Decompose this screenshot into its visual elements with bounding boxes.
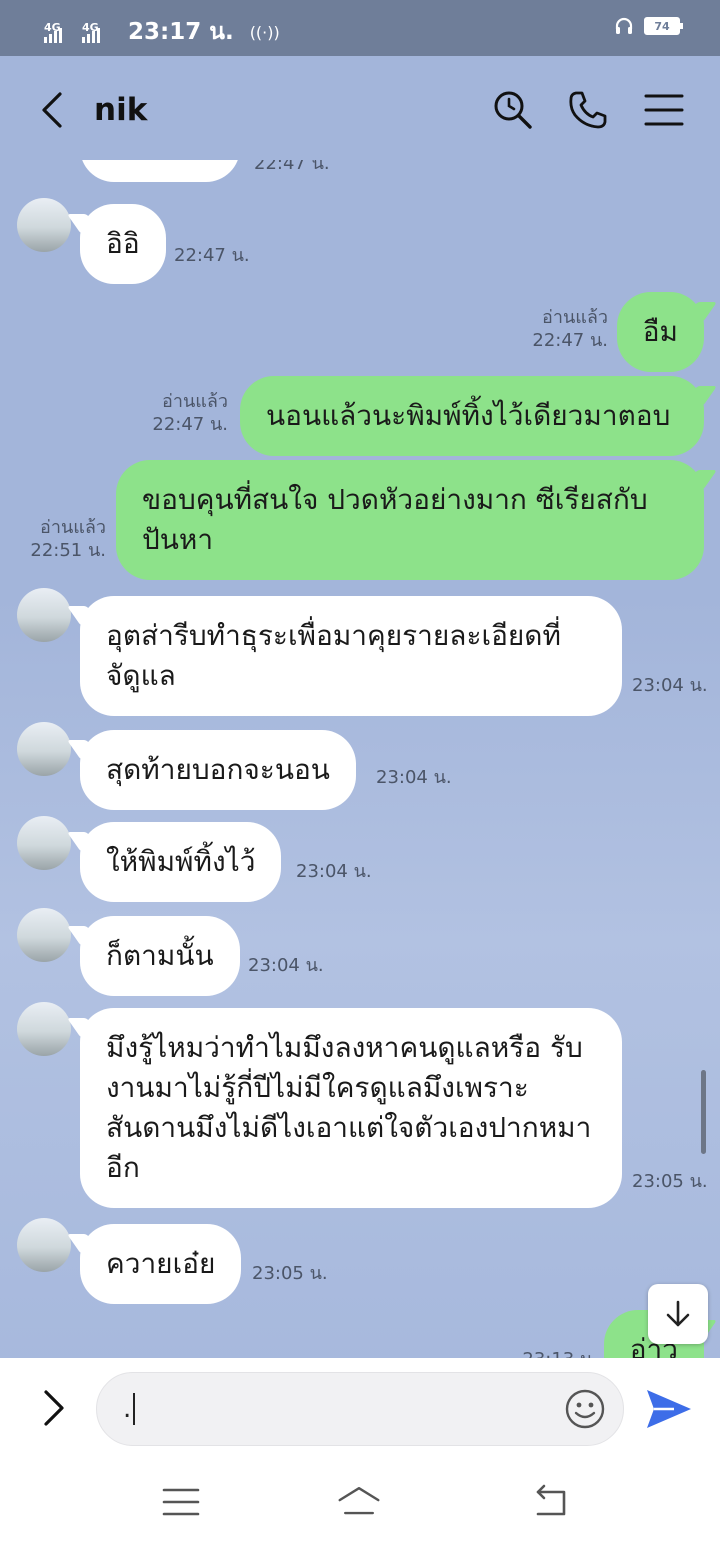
read-receipt: อ่านแล้ว [162, 391, 228, 412]
avatar[interactable] [17, 198, 71, 252]
message-time: 23:13 น. [522, 1348, 598, 1358]
avatar[interactable] [17, 1002, 71, 1056]
battery-indicator: 74 [644, 17, 683, 35]
message-time: 23:05 น. [632, 1171, 708, 1192]
message-read-status: อ่านแล้ว 22:47 น. [532, 306, 608, 352]
signal-icon: 4G [82, 21, 114, 43]
message-bubble-incoming[interactable]: ให้พิมพ์ทิ้งไว้ [80, 822, 282, 902]
message-text: ขอบคุนที่สนใจ ปวดหัวอย่างมาก ซีเรียสกับ … [142, 483, 648, 556]
message-input[interactable]: . [96, 1372, 624, 1446]
message-bubble-incoming[interactable]: มึงรู้ไหมว่าทำไมมึงลงหาคนดูแลหรือ รับงาน… [80, 1008, 622, 1208]
message-text: ให้พิมพ์ทิ้งไว้ [106, 845, 256, 878]
smiley-icon[interactable] [564, 1388, 606, 1430]
message-bubble-incoming[interactable]: อิอิ [80, 204, 166, 284]
chevron-right-icon[interactable] [38, 1386, 70, 1430]
avatar[interactable] [17, 816, 71, 870]
arrow-down-icon [666, 1300, 690, 1327]
message-bubble-outgoing[interactable]: อืม [616, 292, 704, 372]
network-type-1: 4G [44, 21, 61, 34]
message-time: 22:47 น. [532, 330, 608, 351]
message-input-bar: . [0, 1358, 720, 1456]
avatar[interactable] [17, 1218, 71, 1272]
message-bubble-outgoing[interactable]: นอนแล้วนะพิมพ์ทิ้งไว้เดียวมาตอบ [240, 376, 704, 456]
message-list[interactable]: 22:47 น. อิอิ 22:47 น. อ่านแล้ว 22:47 น.… [0, 56, 720, 1358]
message-text: นอนแล้วนะพิมพ์ทิ้งไว้เดียวมาตอบ [266, 399, 671, 432]
message-read-status: อ่านแล้ว 22:51 น. [30, 516, 106, 562]
back-button[interactable] [36, 90, 72, 130]
scrollbar[interactable] [701, 1070, 706, 1154]
scroll-to-bottom-button[interactable] [648, 1284, 708, 1344]
message-time: 23:04 น. [248, 955, 324, 976]
message-time: 22:47 น. [152, 414, 228, 435]
message-bubble-incoming[interactable]: อุตส่ารีบทำธุระเพื่อมาคุยรายละเอียดที่ จ… [80, 596, 622, 716]
recent-apps-icon[interactable] [158, 1482, 204, 1522]
avatar[interactable] [17, 722, 71, 776]
read-receipt: อ่านแล้ว [542, 307, 608, 328]
message-bubble-incoming[interactable]: ควายเอ๋ย [80, 1224, 242, 1304]
message-time: 22:47 น. [174, 245, 250, 266]
avatar[interactable] [17, 908, 71, 962]
home-icon[interactable] [336, 1482, 382, 1522]
message-time: 23:04 น. [296, 861, 372, 882]
clock: 23:17 น. [128, 19, 234, 45]
signal-icon: 4G [44, 21, 76, 43]
message-bubble-outgoing[interactable]: ขอบคุนที่สนใจ ปวดหัวอย่างมาก ซีเรียสกับ … [116, 460, 704, 580]
message-text: อิอิ [106, 227, 140, 260]
message-time: 23:05 น. [252, 1263, 328, 1284]
status-left: 4G 4G 23:17 น. ((·)) [44, 14, 280, 50]
message-bubble-incoming[interactable]: ก็ตามนั้น [80, 916, 240, 996]
message-bubble-incoming[interactable]: สุดท้ายบอกจะนอน [80, 730, 356, 810]
message-read-status: อ่านแล้ว 22:47 น. [152, 390, 228, 436]
message-time: 23:04 น. [632, 675, 708, 696]
network-type-2: 4G [82, 21, 99, 34]
message-text: อุตส่ารีบทำธุระเพื่อมาคุยรายละเอียดที่ จ… [106, 619, 561, 692]
chat-header: nik [0, 56, 720, 164]
message-text: ควายเอ๋ย [106, 1247, 216, 1280]
headphones-icon [615, 17, 633, 34]
status-bar: 4G 4G 23:17 น. ((·)) 74 [0, 0, 720, 56]
message-input-value: . [123, 1394, 132, 1424]
send-icon[interactable] [644, 1386, 694, 1432]
read-receipt: อ่านแล้ว [40, 517, 106, 538]
message-text: อืม [642, 315, 678, 348]
chat-area[interactable]: nik 22:47 น. อิอิ 22:47 น. อ่านแล้ว 22:4… [0, 56, 720, 1358]
search-icon[interactable] [491, 88, 535, 132]
text-cursor [133, 1393, 136, 1425]
phone-icon[interactable] [566, 88, 610, 132]
message-text: ก็ตามนั้น [106, 939, 214, 972]
status-right: 74 [614, 16, 683, 36]
menu-icon[interactable] [642, 88, 686, 132]
message-text: สุดท้ายบอกจะนอน [106, 753, 330, 786]
chat-title: nik [94, 92, 148, 128]
system-navigation-bar [0, 1456, 720, 1544]
back-icon[interactable] [528, 1482, 574, 1522]
message-text: มึงรู้ไหมว่าทำไมมึงลงหาคนดูแลหรือ รับงาน… [106, 1031, 592, 1184]
message-time: 23:04 น. [376, 767, 452, 788]
message-time: 22:51 น. [30, 540, 106, 561]
hotspot-icon: ((·)) [249, 22, 280, 42]
avatar[interactable] [17, 588, 71, 642]
